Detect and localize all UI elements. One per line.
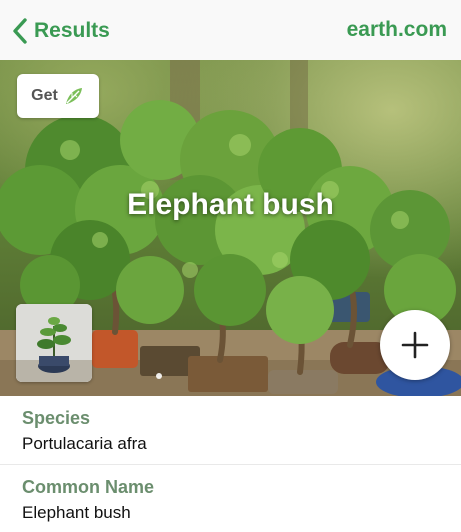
species-label: Species — [22, 408, 91, 428]
back-button[interactable]: Results — [12, 14, 110, 48]
common-name-field: Common Name Elephant bush — [0, 465, 461, 532]
plant-photo: Get Elephant bush — [0, 60, 461, 396]
common-name-value: Elephant bush — [22, 503, 131, 522]
page-indicator-dot — [156, 373, 162, 379]
get-label: Get — [31, 87, 58, 104]
get-button[interactable]: Get — [17, 74, 99, 118]
species-value: Portulacaria afra — [22, 434, 147, 453]
leaf-icon — [65, 88, 82, 104]
brand-link[interactable]: earth.com — [347, 18, 447, 42]
add-button[interactable] — [380, 310, 450, 380]
plant-title: Elephant bush — [127, 188, 334, 221]
plant-thumbnail[interactable] — [16, 304, 92, 382]
plant-thumbnail-image — [16, 304, 92, 382]
navigation-bar: Results earth.com — [0, 0, 461, 61]
chevron-left-icon — [13, 18, 27, 44]
common-name-label: Common Name — [22, 477, 155, 497]
plant-details: Species Portulacaria afra Common Name El… — [0, 396, 461, 532]
plus-icon — [401, 331, 429, 359]
back-label: Results — [34, 19, 110, 42]
species-field: Species Portulacaria afra — [0, 396, 461, 465]
plant-detail-screen: Results earth.com Get Elephant bush Spec… — [0, 0, 461, 532]
